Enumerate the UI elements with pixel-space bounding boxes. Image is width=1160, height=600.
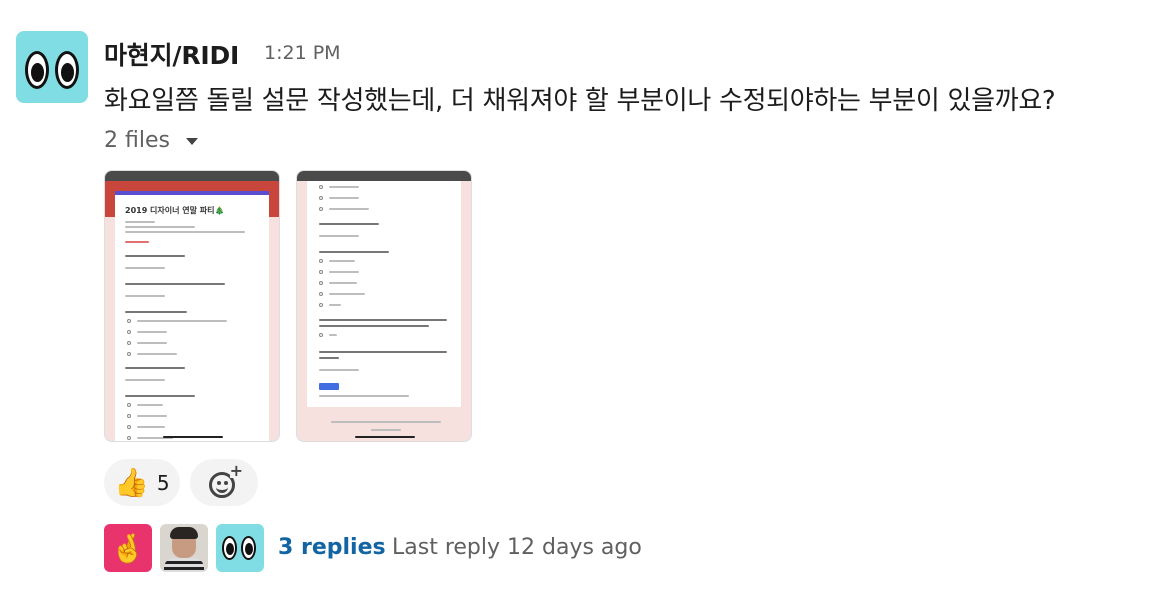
reply-avatar-2[interactable] [160, 524, 208, 572]
home-indicator [163, 436, 223, 438]
form-title: 2019 디자이너 연말 파티🎄 [125, 206, 225, 215]
files-toggle-label: 2 files [104, 128, 170, 153]
submit-button-preview [319, 383, 339, 390]
sender-avatar[interactable] [16, 31, 88, 103]
form-card: 2019 디자이너 연말 파티🎄 [115, 191, 269, 441]
file-attachment-2[interactable] [296, 170, 472, 442]
eye-right-icon [241, 536, 256, 560]
chevron-down-icon [185, 138, 198, 145]
home-indicator [355, 436, 415, 438]
thumbs-up-icon: 👍 [114, 465, 149, 499]
replies-link[interactable]: 3 replies [278, 535, 386, 560]
eye-left-icon [25, 51, 49, 89]
file-attachment-1[interactable]: 2019 디자이너 연말 파티🎄 [104, 170, 280, 442]
reply-avatar-3[interactable] [216, 524, 264, 572]
phone-status-bar [105, 171, 279, 181]
sender-name[interactable]: 마현지/RIDI [104, 36, 239, 72]
last-reply-timestamp: Last reply 12 days ago [392, 535, 642, 560]
reaction-thumbs-up[interactable]: 👍 5 [104, 459, 180, 506]
form-card [307, 181, 461, 407]
add-reaction-button[interactable]: + [190, 459, 258, 506]
crossed-fingers-icon: 🤞 [110, 531, 146, 565]
eye-right-icon [55, 51, 79, 89]
reply-avatar-1[interactable]: 🤞 [104, 524, 152, 572]
files-toggle[interactable]: 2 files [104, 128, 198, 153]
message-text: 화요일쯤 돌릴 설문 작성했는데, 더 채워져야 할 부분이나 수정되야하는 부… [104, 86, 1056, 116]
add-reaction-icon: + [209, 462, 243, 498]
phone-status-bar [297, 171, 471, 181]
eye-left-icon [222, 536, 237, 560]
message-timestamp[interactable]: 1:21 PM [264, 42, 341, 64]
reaction-count: 5 [156, 470, 170, 495]
